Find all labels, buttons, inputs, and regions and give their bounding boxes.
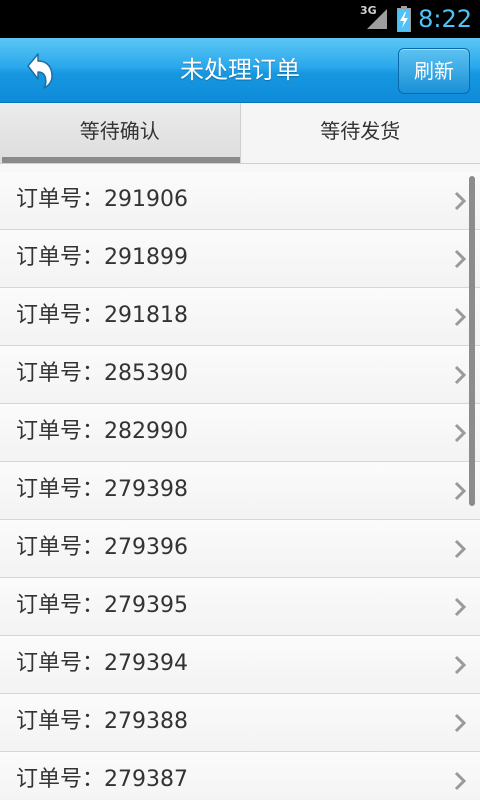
list-item[interactable]: 订单号：279394 — [0, 636, 480, 694]
tab-bar: 等待确认 等待发货 — [0, 103, 480, 164]
order-number-label: 订单号：279388 — [16, 709, 188, 734]
chevron-right-icon — [454, 655, 466, 675]
signal-icon — [367, 9, 387, 29]
list-item[interactable]: 订单号：291906 — [0, 172, 480, 230]
back-arrow-icon[interactable] — [14, 48, 58, 92]
status-clock: 8:22 — [418, 5, 472, 33]
chevron-right-icon — [454, 191, 466, 211]
refresh-button[interactable]: 刷新 — [398, 48, 470, 94]
order-number-label: 订单号：279394 — [16, 651, 188, 676]
list-scrollbar[interactable] — [469, 176, 475, 506]
chevron-right-icon — [454, 365, 466, 385]
list-item[interactable]: 订单号：279387 — [0, 752, 480, 800]
battery-icon — [397, 6, 411, 32]
tab-label: 等待发货 — [320, 119, 401, 143]
status-bar: 3G 8:22 — [0, 0, 480, 38]
list-item[interactable]: 订单号：291818 — [0, 288, 480, 346]
order-number-label: 订单号：279398 — [16, 477, 188, 502]
list-item[interactable]: 订单号：282990 — [0, 404, 480, 462]
tab-pending-confirm[interactable]: 等待确认 — [0, 103, 241, 163]
order-number-label: 订单号：291899 — [16, 245, 188, 270]
order-list: 订单号：291906 订单号：291899 订单号：291818 订单号：285… — [0, 172, 480, 800]
list-item[interactable]: 订单号：279396 — [0, 520, 480, 578]
order-number-label: 订单号：279387 — [16, 767, 188, 792]
list-item[interactable]: 订单号：285390 — [0, 346, 480, 404]
list-item[interactable]: 订单号：279388 — [0, 694, 480, 752]
order-number-label: 订单号：279396 — [16, 535, 188, 560]
chevron-right-icon — [454, 771, 466, 791]
active-tab-indicator — [2, 157, 240, 163]
order-number-label: 订单号：279395 — [16, 593, 188, 618]
order-number-label: 订单号：291818 — [16, 303, 188, 328]
chevron-right-icon — [454, 307, 466, 327]
order-number-label: 订单号：285390 — [16, 361, 188, 386]
list-item[interactable]: 订单号：291899 — [0, 230, 480, 288]
list-item[interactable]: 订单号：279398 — [0, 462, 480, 520]
chevron-right-icon — [454, 597, 466, 617]
chevron-right-icon — [454, 423, 466, 443]
chevron-right-icon — [454, 539, 466, 559]
chevron-right-icon — [454, 249, 466, 269]
tab-pending-shipment[interactable]: 等待发货 — [241, 103, 480, 163]
order-number-label: 订单号：282990 — [16, 419, 188, 444]
chevron-right-icon — [454, 481, 466, 501]
order-number-label: 订单号：291906 — [16, 187, 188, 212]
screen: 3G 8:22 未处理订单 刷新 等待确认 等待发货 订单号：291906 订单… — [0, 0, 480, 800]
tab-label: 等待确认 — [79, 119, 160, 143]
chevron-right-icon — [454, 713, 466, 733]
list-item[interactable]: 订单号：279395 — [0, 578, 480, 636]
title-bar: 未处理订单 刷新 — [0, 38, 480, 103]
